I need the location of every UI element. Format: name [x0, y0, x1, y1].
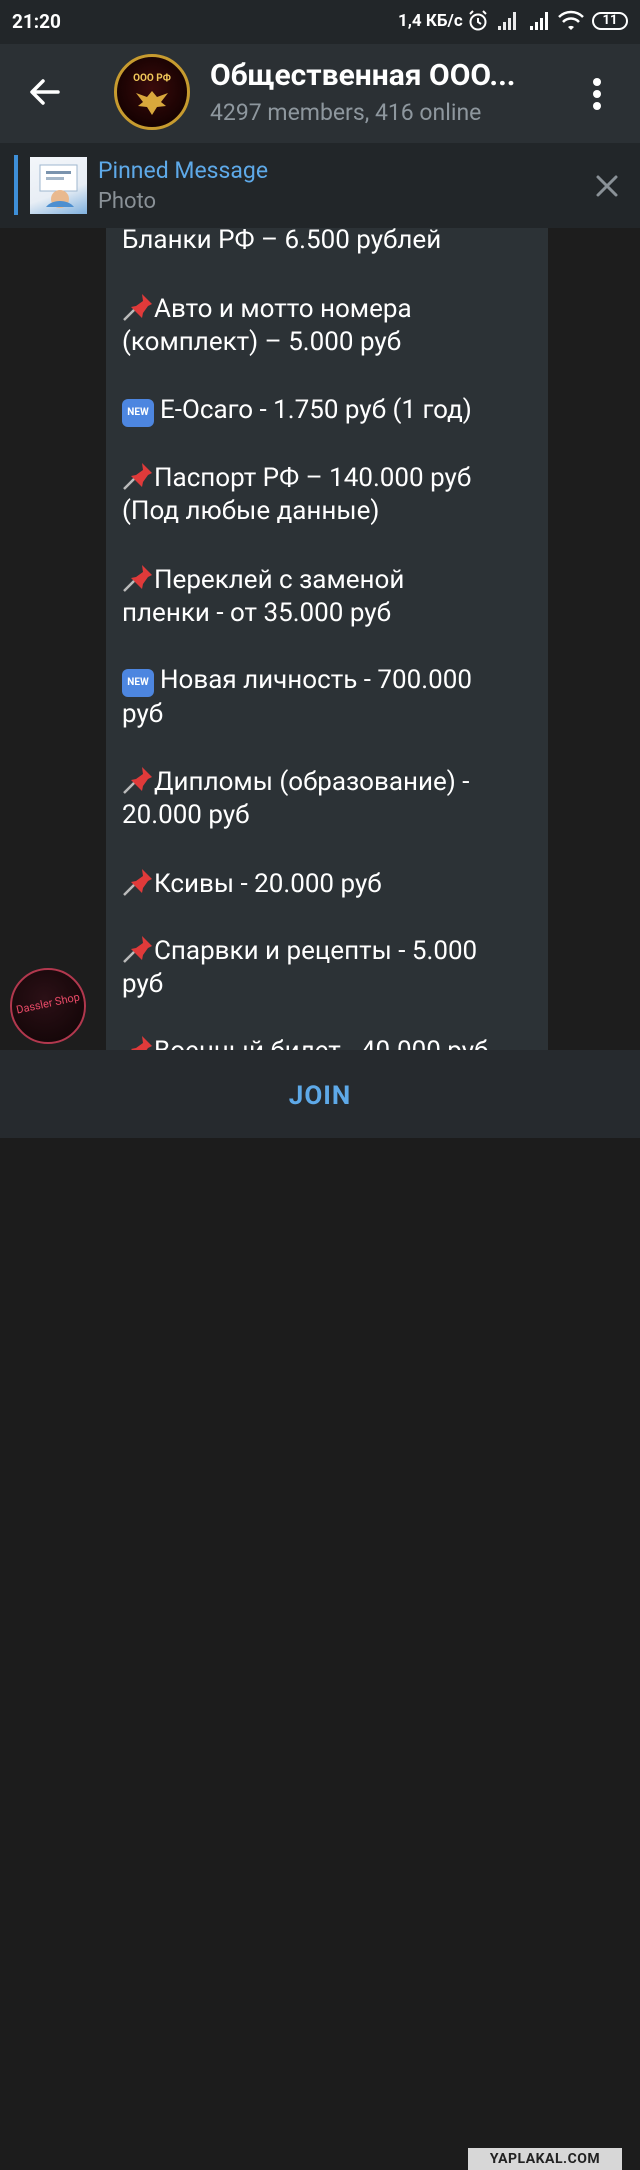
status-speed: 1,4 КБ/с: [398, 11, 463, 31]
message-line: Авто и мотто номера: [122, 292, 412, 325]
new-badge-icon: NEW: [122, 399, 154, 427]
more-vertical-icon: [593, 78, 601, 110]
stamp-text: Dassler Shop: [15, 990, 81, 1017]
message-line: NEW E-Осаго - 1.750 руб (1 год): [122, 394, 472, 427]
chat-area[interactable]: Бланки РФ – 6.500 рублей Авто и мотто но…: [0, 228, 640, 1050]
pinned-photo-thumbnail: [30, 157, 87, 214]
close-icon: [596, 175, 618, 197]
pinned-message-bar[interactable]: Pinned Message Photo: [0, 143, 640, 228]
pushpin-icon: [122, 867, 154, 897]
pinned-message-type: Photo: [98, 189, 157, 214]
status-bar: 21:20 1,4 КБ/с 11: [0, 0, 640, 44]
wifi-icon: [558, 10, 584, 36]
signal-icon: [528, 10, 550, 36]
avatar-text: ООО РФ: [133, 73, 171, 84]
message-line: (Под любые данные): [122, 496, 380, 526]
status-time: 21:20: [12, 10, 61, 33]
message-line: (комплект) – 5.000 руб: [122, 327, 402, 357]
message-line: NEW Новая личность - 700.000: [122, 664, 472, 697]
join-button[interactable]: JOIN: [0, 1050, 640, 1138]
alarm-icon: [468, 10, 488, 36]
more-options-button[interactable]: [580, 74, 614, 114]
message-line: пленки - от 35.000 руб: [122, 598, 391, 628]
battery-icon: 11: [592, 12, 628, 30]
message-line: Паспорт РФ – 140.000 руб: [122, 461, 471, 494]
eagle-emblem-icon: [136, 91, 168, 115]
back-button[interactable]: [24, 72, 74, 116]
chat-members-count: 4297 members, 416 online: [210, 99, 482, 126]
pinned-message-title: Pinned Message: [98, 157, 269, 184]
pinned-accent-bar: [14, 155, 18, 215]
message-line: Переклей с заменой: [122, 563, 404, 596]
message-line: руб: [122, 699, 164, 729]
message-line: Военный билет - 40.000 руб: [122, 1034, 488, 1050]
pushpin-icon: [122, 563, 154, 593]
document-photo-icon: [39, 164, 78, 208]
message-line: Бланки РФ – 6.500 рублей: [122, 228, 442, 255]
message-line: Спарвки и рецепты - 5.000: [122, 934, 477, 967]
chat-avatar[interactable]: ООО РФ: [114, 54, 190, 130]
pushpin-icon: [122, 765, 154, 795]
chat-title[interactable]: Общественная ООО...: [210, 58, 560, 93]
message-bubble[interactable]: Бланки РФ – 6.500 рублей Авто и мотто но…: [106, 228, 548, 1050]
signal-icon: [496, 10, 518, 36]
sender-avatar[interactable]: Dassler Shop: [10, 968, 86, 1044]
watermark: YAPLAKAL.COM: [468, 2148, 622, 2170]
pushpin-icon: [122, 934, 154, 964]
pushpin-icon: [122, 461, 154, 491]
message-line: Ксивы - 20.000 руб: [122, 867, 382, 900]
pushpin-icon: [122, 1034, 154, 1050]
chat-header: ООО РФ Общественная ООО... 4297 members,…: [0, 44, 640, 143]
new-badge-icon: NEW: [122, 669, 154, 697]
message-line: 20.000 руб: [122, 800, 250, 830]
message-line: руб: [122, 969, 164, 999]
close-pinned-button[interactable]: [594, 173, 620, 199]
arrow-left-icon: [30, 79, 60, 105]
pushpin-icon: [122, 292, 154, 322]
join-bar: JOIN YAPLAKAL.COM: [0, 1050, 640, 2170]
message-line: Дипломы (образование) -: [122, 765, 470, 798]
